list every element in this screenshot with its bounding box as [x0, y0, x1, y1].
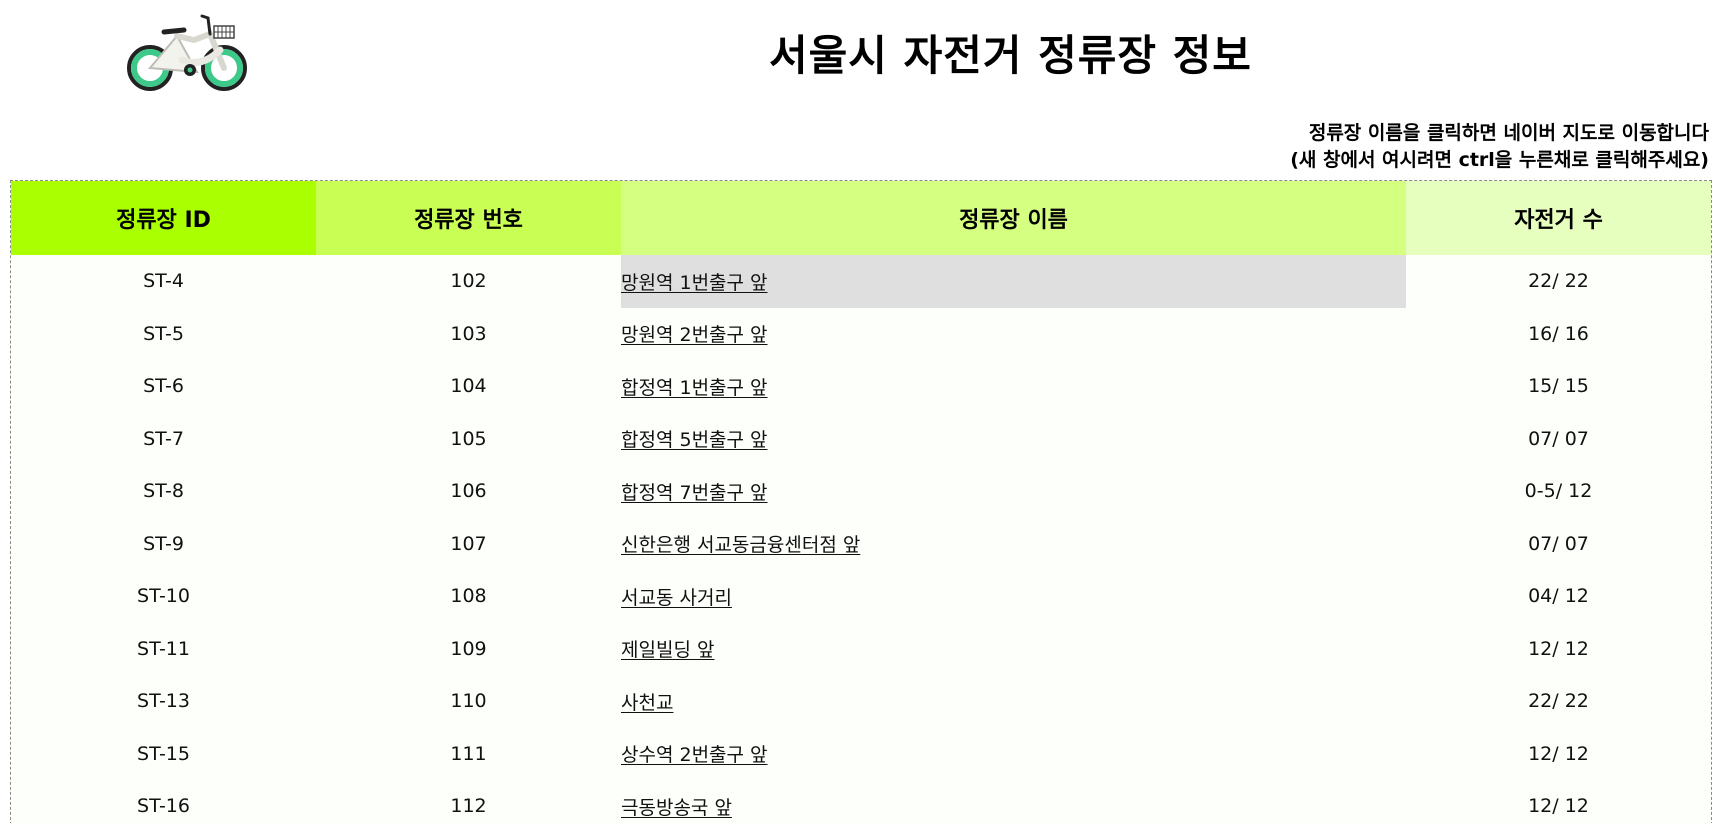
station-id: ST-5 [143, 322, 184, 345]
station-name-link[interactable]: 망원역 2번출구 앞 [621, 324, 768, 346]
station-number: 109 [450, 637, 487, 660]
table-row: ST-4 102 망원역 1번출구 앞 22/ 22 [11, 255, 1711, 308]
station-id: ST-13 [137, 690, 190, 713]
station-name-link[interactable]: 합정역 1번출구 앞 [621, 377, 768, 399]
table-row: ST-10 108 서교동 사거리 04/ 12 [11, 570, 1711, 623]
station-name-link[interactable]: 상수역 2번출구 앞 [621, 744, 768, 766]
station-id: ST-11 [137, 637, 190, 660]
column-header-bikes: 자전거 수 [1406, 181, 1711, 255]
column-header-name: 정류장 이름 [621, 181, 1406, 255]
bike-count: 15/ 15 [1528, 375, 1589, 398]
station-id: ST-6 [143, 375, 184, 398]
bike-count: 12/ 12 [1528, 795, 1589, 818]
page-title: 서울시 자전거 정류장 정보 [769, 31, 1252, 80]
station-id: ST-7 [143, 427, 184, 450]
station-number: 105 [450, 427, 487, 450]
station-table: 정류장 ID 정류장 번호 정류장 이름 자전거 수 ST-4 102 망원역 … [11, 181, 1711, 823]
table-row: ST-7 105 합정역 5번출구 앞 07/ 07 [11, 413, 1711, 466]
table-row: ST-6 104 합정역 1번출구 앞 15/ 15 [11, 360, 1711, 413]
bike-count: 22/ 22 [1528, 270, 1589, 293]
station-number: 102 [450, 270, 487, 293]
table-row: ST-5 103 망원역 2번출구 앞 16/ 16 [11, 308, 1711, 361]
station-number: 112 [450, 795, 487, 818]
station-name-link[interactable]: 망원역 1번출구 앞 [621, 272, 768, 294]
station-number: 107 [450, 532, 487, 555]
station-name-link[interactable]: 합정역 7번출구 앞 [621, 482, 768, 504]
station-id: ST-15 [137, 742, 190, 765]
bike-count: 0-5/ 12 [1524, 480, 1593, 503]
station-id: ST-9 [143, 532, 184, 555]
station-id: ST-8 [143, 480, 184, 503]
station-number: 110 [450, 690, 487, 713]
table-header-row: 정류장 ID 정류장 번호 정류장 이름 자전거 수 [11, 181, 1711, 255]
station-number: 104 [450, 375, 487, 398]
station-name-link[interactable]: 신한은행 서교동금융센터점 앞 [621, 534, 860, 556]
station-id: ST-16 [137, 795, 190, 818]
station-number: 106 [450, 480, 487, 503]
table-row: ST-9 107 신한은행 서교동금융센터점 앞 07/ 07 [11, 518, 1711, 571]
station-name-cell: 서교동 사거리 [621, 570, 1406, 623]
usage-note-line-2: (새 창에서 여시려면 ctrl을 누른채로 클릭해주세요) [1290, 149, 1709, 171]
bike-count: 12/ 12 [1528, 637, 1589, 660]
bike-count: 07/ 07 [1528, 427, 1589, 450]
station-name-cell: 극동방송국 앞 [621, 780, 1406, 823]
bike-count: 07/ 07 [1528, 532, 1589, 555]
station-name-cell: 합정역 7번출구 앞 [621, 465, 1406, 518]
station-name-link[interactable]: 제일빌딩 앞 [621, 639, 714, 661]
station-number: 108 [450, 585, 487, 608]
station-name-cell: 상수역 2번출구 앞 [621, 728, 1406, 781]
station-name-cell: 합정역 1번출구 앞 [621, 360, 1406, 413]
table-row: ST-8 106 합정역 7번출구 앞 0-5/ 12 [11, 465, 1711, 518]
station-name-cell: 망원역 2번출구 앞 [621, 308, 1406, 361]
station-name-cell: 제일빌딩 앞 [621, 623, 1406, 676]
station-name-link[interactable]: 서교동 사거리 [621, 587, 732, 609]
bike-count: 16/ 16 [1528, 322, 1589, 345]
station-name-cell: 망원역 1번출구 앞 [621, 255, 1406, 308]
station-number: 103 [450, 322, 487, 345]
bike-count: 12/ 12 [1528, 742, 1589, 765]
station-name-link[interactable]: 사천교 [621, 692, 673, 714]
station-name-link[interactable]: 합정역 5번출구 앞 [621, 429, 768, 451]
station-id: ST-10 [137, 585, 190, 608]
bike-count: 22/ 22 [1528, 690, 1589, 713]
station-name-cell: 사천교 [621, 675, 1406, 728]
table-row: ST-15 111 상수역 2번출구 앞 12/ 12 [11, 728, 1711, 781]
station-name-link[interactable]: 극동방송국 앞 [621, 797, 732, 819]
station-name-cell: 신한은행 서교동금융센터점 앞 [621, 518, 1406, 571]
column-header-id: 정류장 ID [11, 181, 316, 255]
column-header-number: 정류장 번호 [316, 181, 621, 255]
station-name-cell: 합정역 5번출구 앞 [621, 413, 1406, 466]
table-row: ST-16 112 극동방송국 앞 12/ 12 [11, 780, 1711, 823]
page: 서울시 자전거 정류장 정보 정류장 이름을 클릭하면 네이버 지도로 이동합니… [0, 0, 1721, 823]
usage-note: 정류장 이름을 클릭하면 네이버 지도로 이동합니다 (새 창에서 여시려면 c… [1290, 120, 1709, 174]
usage-note-line-1: 정류장 이름을 클릭하면 네이버 지도로 이동합니다 [1308, 122, 1709, 144]
station-table-container: 정류장 ID 정류장 번호 정류장 이름 자전거 수 ST-4 102 망원역 … [10, 180, 1712, 823]
station-number: 111 [450, 742, 487, 765]
station-id: ST-4 [143, 270, 184, 293]
bike-count: 04/ 12 [1528, 585, 1589, 608]
table-row: ST-11 109 제일빌딩 앞 12/ 12 [11, 623, 1711, 676]
table-row: ST-13 110 사천교 22/ 22 [11, 675, 1711, 728]
